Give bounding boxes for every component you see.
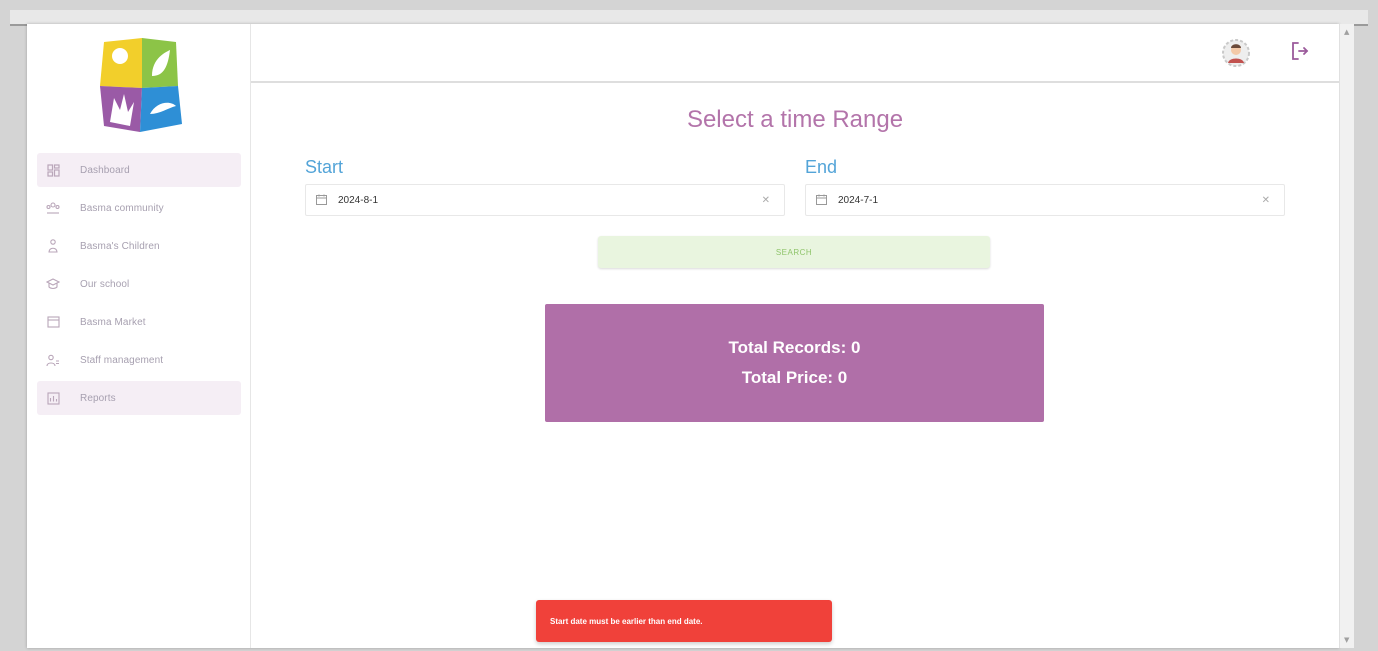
start-label: Start [305, 157, 344, 177]
end-date-input[interactable] [836, 193, 1140, 207]
sidebar-item-label: Dashboard [80, 164, 130, 176]
start-date-picker[interactable]: ✕ [305, 184, 785, 216]
child-icon [46, 239, 60, 253]
sidebar-item-dashboard[interactable]: Dashboard [37, 153, 241, 187]
start-date-input[interactable] [336, 193, 640, 207]
toast-message: Start date must be earlier than end date… [550, 616, 703, 626]
sidebar-item-reports[interactable]: Reports [37, 381, 241, 415]
avatar-icon[interactable] [1221, 38, 1251, 68]
school-icon [46, 277, 60, 291]
calendar-icon [316, 194, 328, 206]
reports-icon [46, 391, 60, 405]
sidebar-item-label: Basma Market [80, 316, 146, 328]
sidebar-item-label: Basma's Children [80, 240, 160, 252]
sidebar-item-basma-community[interactable]: Basma community [37, 191, 241, 225]
dashboard-icon [46, 163, 60, 177]
calendar-icon [816, 194, 828, 206]
total-price-text: Total Price: 0 [741, 368, 848, 387]
sidebar: Dashboard Basma community Basma's Childr… [27, 24, 251, 648]
market-icon [46, 315, 60, 329]
sidebar-nav: Dashboard Basma community Basma's Childr… [37, 153, 241, 419]
scroll-up-icon[interactable]: ▲ [1344, 28, 1349, 36]
end-date-picker[interactable]: ✕ [805, 184, 1285, 216]
app-logo [100, 38, 182, 132]
sidebar-item-staff-management[interactable]: Staff management [37, 343, 241, 377]
end-label: End [805, 157, 838, 177]
clear-end-date-icon[interactable]: ✕ [1262, 195, 1270, 206]
sidebar-item-our-school[interactable]: Our school [37, 267, 241, 301]
sidebar-item-label: Staff management [80, 354, 164, 366]
sidebar-item-basma-market[interactable]: Basma Market [37, 305, 241, 339]
app-window: Dashboard Basma community Basma's Childr… [27, 24, 1339, 648]
summary-card: Total Records: 0 Total Price: 0 [545, 304, 1044, 422]
sidebar-item-label: Our school [80, 278, 130, 290]
sidebar-item-label: Reports [80, 392, 116, 404]
top-header [251, 24, 1339, 83]
page-title: Select a time Range [686, 106, 904, 133]
scroll-down-icon[interactable]: ▼ [1344, 636, 1349, 644]
error-toast: Start date must be earlier than end date… [536, 600, 832, 642]
search-button[interactable]: SEARCH [598, 236, 990, 268]
vertical-scrollbar[interactable]: ▲ ▼ [1339, 24, 1354, 648]
clear-start-date-icon[interactable]: ✕ [762, 195, 770, 206]
logout-icon[interactable] [1289, 39, 1311, 63]
community-icon [46, 201, 60, 215]
sidebar-item-label: Basma community [80, 202, 164, 214]
total-records-text: Total Records: 0 [728, 338, 861, 357]
sidebar-item-basmas-children[interactable]: Basma's Children [37, 229, 241, 263]
staff-icon [46, 353, 60, 367]
